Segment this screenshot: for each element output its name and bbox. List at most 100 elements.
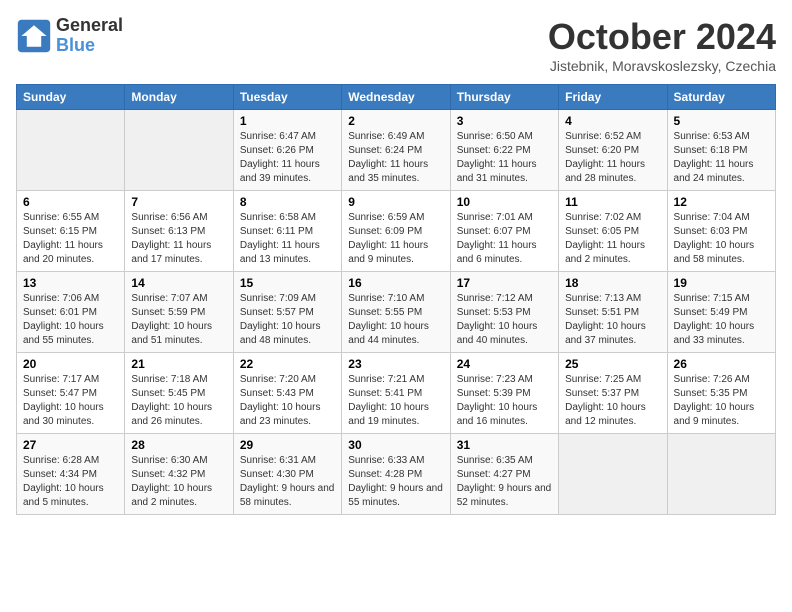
calendar-body: 1 Sunrise: 6:47 AMSunset: 6:26 PMDaylight… — [17, 110, 776, 515]
calendar-cell — [17, 110, 125, 191]
calendar-cell: 22 Sunrise: 7:20 AMSunset: 5:43 PMDayligh… — [233, 353, 341, 434]
day-number: 15 — [240, 276, 335, 290]
day-number: 7 — [131, 195, 226, 209]
day-info: Sunrise: 6:47 AMSunset: 6:26 PMDaylight:… — [240, 130, 335, 186]
day-number: 10 — [457, 195, 552, 209]
day-number: 19 — [674, 276, 769, 290]
calendar-cell: 23 Sunrise: 7:21 AMSunset: 5:41 PMDayligh… — [342, 353, 450, 434]
calendar-cell: 18 Sunrise: 7:13 AMSunset: 5:51 PMDayligh… — [559, 272, 667, 353]
day-number: 5 — [674, 114, 769, 128]
calendar-week-1: 1 Sunrise: 6:47 AMSunset: 6:26 PMDaylight… — [17, 110, 776, 191]
calendar-cell: 1 Sunrise: 6:47 AMSunset: 6:26 PMDaylight… — [233, 110, 341, 191]
location: Jistebnik, Moravskoslezsky, Czechia — [548, 58, 776, 74]
calendar-cell: 3Sunrise: 6:50 AMSunset: 6:22 PMDaylight… — [450, 110, 558, 191]
day-info: Sunrise: 6:31 AMSunset: 4:30 PMDaylight:… — [240, 454, 335, 510]
calendar-header: SundayMondayTuesdayWednesdayThursdayFrid… — [17, 85, 776, 110]
calendar-week-4: 20 Sunrise: 7:17 AMSunset: 5:47 PMDayligh… — [17, 353, 776, 434]
weekday-header-monday: Monday — [125, 85, 233, 110]
calendar-cell: 30Sunrise: 6:33 AMSunset: 4:28 PMDayligh… — [342, 434, 450, 515]
weekday-header-sunday: Sunday — [17, 85, 125, 110]
calendar-cell — [125, 110, 233, 191]
day-number: 4 — [565, 114, 660, 128]
day-info: Sunrise: 6:52 AMSunset: 6:20 PMDaylight:… — [565, 130, 660, 186]
day-number: 3 — [457, 114, 552, 128]
day-info: Sunrise: 7:09 AMSunset: 5:57 PMDaylight:… — [240, 292, 335, 348]
day-number: 11 — [565, 195, 660, 209]
day-number: 20 — [23, 357, 118, 371]
day-number: 21 — [131, 357, 226, 371]
day-info: Sunrise: 6:56 AMSunset: 6:13 PMDaylight:… — [131, 211, 226, 267]
day-number: 18 — [565, 276, 660, 290]
calendar-week-2: 6Sunrise: 6:55 AMSunset: 6:15 PMDaylight… — [17, 191, 776, 272]
day-number: 22 — [240, 357, 335, 371]
day-info: Sunrise: 6:30 AMSunset: 4:32 PMDaylight:… — [131, 454, 226, 510]
day-info: Sunrise: 6:53 AMSunset: 6:18 PMDaylight:… — [674, 130, 769, 186]
calendar-table: SundayMondayTuesdayWednesdayThursdayFrid… — [16, 84, 776, 515]
calendar-cell: 19 Sunrise: 7:15 AMSunset: 5:49 PMDayligh… — [667, 272, 775, 353]
day-info: Sunrise: 7:26 AMSunset: 5:35 PMDaylight:… — [674, 373, 769, 429]
day-info: Sunrise: 6:33 AMSunset: 4:28 PMDaylight:… — [348, 454, 443, 510]
calendar-cell: 20 Sunrise: 7:17 AMSunset: 5:47 PMDayligh… — [17, 353, 125, 434]
day-info: Sunrise: 7:17 AMSunset: 5:47 PMDaylight:… — [23, 373, 118, 429]
day-info: Sunrise: 7:02 AMSunset: 6:05 PMDaylight:… — [565, 211, 660, 267]
calendar-cell: 8 Sunrise: 6:58 AMSunset: 6:11 PMDaylight… — [233, 191, 341, 272]
weekday-header-wednesday: Wednesday — [342, 85, 450, 110]
day-info: Sunrise: 7:20 AMSunset: 5:43 PMDaylight:… — [240, 373, 335, 429]
calendar-cell: 7 Sunrise: 6:56 AMSunset: 6:13 PMDaylight… — [125, 191, 233, 272]
day-info: Sunrise: 6:35 AMSunset: 4:27 PMDaylight:… — [457, 454, 552, 510]
page-header: General Blue October 2024 Jistebnik, Mor… — [16, 16, 776, 74]
day-info: Sunrise: 7:10 AMSunset: 5:55 PMDaylight:… — [348, 292, 443, 348]
calendar-cell: 14Sunrise: 7:07 AMSunset: 5:59 PMDayligh… — [125, 272, 233, 353]
weekday-header-friday: Friday — [559, 85, 667, 110]
calendar-cell: 6Sunrise: 6:55 AMSunset: 6:15 PMDaylight… — [17, 191, 125, 272]
day-info: Sunrise: 6:58 AMSunset: 6:11 PMDaylight:… — [240, 211, 335, 267]
day-info: Sunrise: 7:21 AMSunset: 5:41 PMDaylight:… — [348, 373, 443, 429]
day-info: Sunrise: 7:12 AMSunset: 5:53 PMDaylight:… — [457, 292, 552, 348]
calendar-cell: 11 Sunrise: 7:02 AMSunset: 6:05 PMDayligh… — [559, 191, 667, 272]
day-number: 14 — [131, 276, 226, 290]
calendar-cell: 26Sunrise: 7:26 AMSunset: 5:35 PMDayligh… — [667, 353, 775, 434]
calendar-cell — [559, 434, 667, 515]
calendar-cell: 2 Sunrise: 6:49 AMSunset: 6:24 PMDaylight… — [342, 110, 450, 191]
day-info: Sunrise: 7:13 AMSunset: 5:51 PMDaylight:… — [565, 292, 660, 348]
day-number: 27 — [23, 438, 118, 452]
calendar-cell: 12 Sunrise: 7:04 AMSunset: 6:03 PMDayligh… — [667, 191, 775, 272]
calendar-cell: 4 Sunrise: 6:52 AMSunset: 6:20 PMDaylight… — [559, 110, 667, 191]
day-number: 2 — [348, 114, 443, 128]
calendar-cell — [667, 434, 775, 515]
calendar-cell: 15 Sunrise: 7:09 AMSunset: 5:57 PMDayligh… — [233, 272, 341, 353]
logo: General Blue — [16, 16, 123, 56]
calendar-cell: 21Sunrise: 7:18 AMSunset: 5:45 PMDayligh… — [125, 353, 233, 434]
day-info: Sunrise: 6:59 AMSunset: 6:09 PMDaylight:… — [348, 211, 443, 267]
day-number: 23 — [348, 357, 443, 371]
calendar-cell: 25Sunrise: 7:25 AMSunset: 5:37 PMDayligh… — [559, 353, 667, 434]
day-number: 6 — [23, 195, 118, 209]
day-info: Sunrise: 6:28 AMSunset: 4:34 PMDaylight:… — [23, 454, 118, 510]
day-number: 1 — [240, 114, 335, 128]
calendar-cell: 27 Sunrise: 6:28 AMSunset: 4:34 PMDayligh… — [17, 434, 125, 515]
calendar-cell: 10 Sunrise: 7:01 AMSunset: 6:07 PMDayligh… — [450, 191, 558, 272]
calendar-cell: 13 Sunrise: 7:06 AMSunset: 6:01 PMDayligh… — [17, 272, 125, 353]
day-number: 12 — [674, 195, 769, 209]
calendar-week-5: 27 Sunrise: 6:28 AMSunset: 4:34 PMDayligh… — [17, 434, 776, 515]
day-number: 31 — [457, 438, 552, 452]
logo-text: General Blue — [56, 16, 123, 56]
day-number: 17 — [457, 276, 552, 290]
day-info: Sunrise: 7:04 AMSunset: 6:03 PMDaylight:… — [674, 211, 769, 267]
day-info: Sunrise: 6:49 AMSunset: 6:24 PMDaylight:… — [348, 130, 443, 186]
calendar-cell: 28Sunrise: 6:30 AMSunset: 4:32 PMDayligh… — [125, 434, 233, 515]
weekday-header-thursday: Thursday — [450, 85, 558, 110]
calendar-cell: 5 Sunrise: 6:53 AMSunset: 6:18 PMDaylight… — [667, 110, 775, 191]
day-number: 13 — [23, 276, 118, 290]
day-info: Sunrise: 7:23 AMSunset: 5:39 PMDaylight:… — [457, 373, 552, 429]
day-number: 8 — [240, 195, 335, 209]
calendar-cell: 24Sunrise: 7:23 AMSunset: 5:39 PMDayligh… — [450, 353, 558, 434]
weekday-header-saturday: Saturday — [667, 85, 775, 110]
logo-icon — [16, 18, 52, 54]
day-info: Sunrise: 7:15 AMSunset: 5:49 PMDaylight:… — [674, 292, 769, 348]
weekday-header-tuesday: Tuesday — [233, 85, 341, 110]
day-number: 16 — [348, 276, 443, 290]
day-info: Sunrise: 7:06 AMSunset: 6:01 PMDaylight:… — [23, 292, 118, 348]
day-info: Sunrise: 7:01 AMSunset: 6:07 PMDaylight:… — [457, 211, 552, 267]
calendar-cell: 29Sunrise: 6:31 AMSunset: 4:30 PMDayligh… — [233, 434, 341, 515]
